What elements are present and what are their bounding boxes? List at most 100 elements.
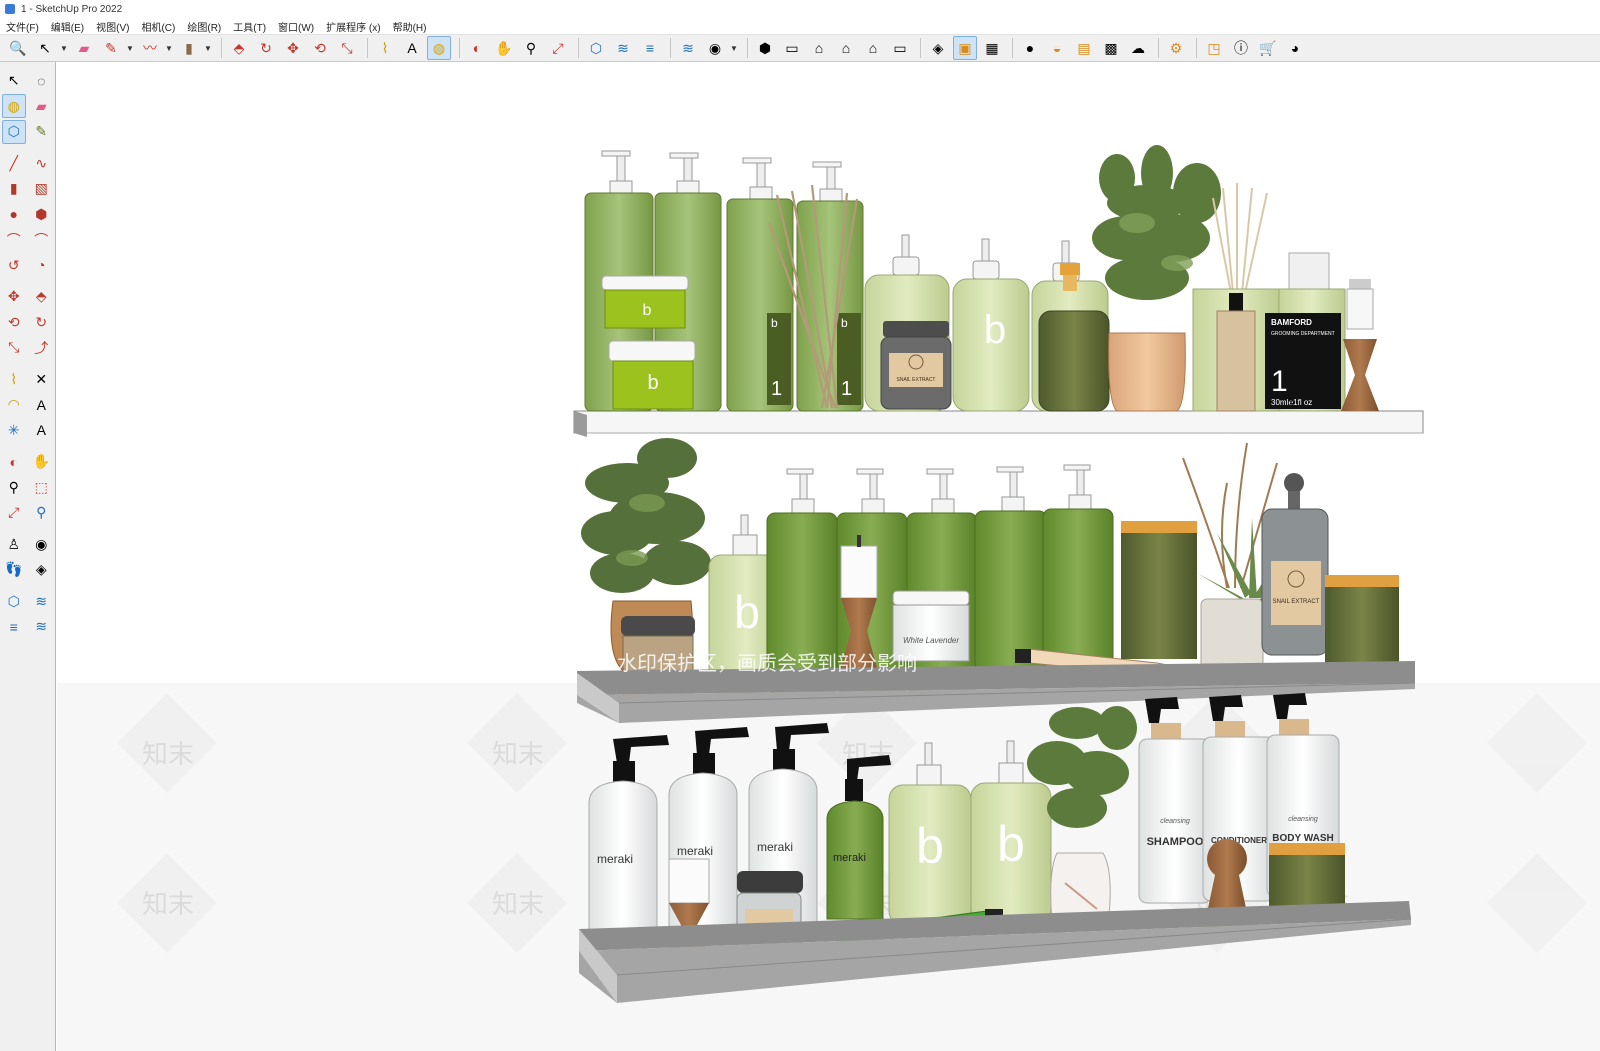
section-display-icon[interactable]: ▣ <box>953 36 977 60</box>
eraser-tool-icon[interactable]: ▰ <box>29 94 53 118</box>
shadow-icon[interactable]: ◒ <box>1045 36 1069 60</box>
menu-item[interactable]: 文件(F) <box>0 19 45 34</box>
profile-icon[interactable]: ◕ <box>1283 36 1307 60</box>
select-icon[interactable]: ↖ <box>33 36 57 60</box>
pie-tool-icon[interactable]: ◔ <box>29 253 53 277</box>
menu-item[interactable]: 扩展程序 (x) <box>320 19 386 34</box>
tape-measure-icon[interactable]: ⌇ <box>373 36 397 60</box>
freehand-tool-icon[interactable]: ∿ <box>29 151 53 175</box>
pan-icon[interactable]: ✋ <box>492 36 516 60</box>
3d-text-icon[interactable]: A <box>29 418 53 442</box>
freehand-icon[interactable]: 〰 <box>138 36 162 60</box>
paint-bucket-icon[interactable]: ◍ <box>427 36 451 60</box>
select-tool-icon[interactable]: ↖ <box>2 69 26 93</box>
tag-tool-icon[interactable]: ✎ <box>29 120 53 144</box>
eraser-icon[interactable]: ▰ <box>72 36 96 60</box>
rotate-tool-icon[interactable]: ⟲ <box>2 310 26 334</box>
follow-me-tool-icon[interactable]: ↻ <box>29 310 53 334</box>
move-tool-icon[interactable]: ✥ <box>2 285 26 309</box>
chevron-down-icon[interactable]: ▼ <box>730 44 738 53</box>
zoom-tool-icon[interactable]: ⚲ <box>519 36 543 60</box>
two-point-arc-icon[interactable]: ⌒ <box>29 228 53 252</box>
scenes-icon[interactable]: ◳ <box>1202 36 1226 60</box>
warehouse-side-icon[interactable]: ⬡ <box>2 589 26 613</box>
menu-item[interactable]: 绘图(R) <box>181 19 227 34</box>
menu-item[interactable]: 窗口(W) <box>272 19 320 34</box>
back-view-icon[interactable]: ⌂ <box>861 36 885 60</box>
follow-me-icon[interactable]: ↻ <box>254 36 278 60</box>
polygon-tool-icon[interactable]: ⬢ <box>29 202 53 226</box>
settings-icon[interactable]: ⚙ <box>1164 36 1188 60</box>
circle-tool-icon[interactable]: ● <box>2 202 26 226</box>
body-wash-label: BODY WASH <box>1272 833 1334 844</box>
cart-icon[interactable]: 🛒 <box>1256 36 1280 60</box>
section-plane-tool-icon[interactable]: ◈ <box>29 558 53 582</box>
model-viewport[interactable]: 知末 知末 知末 知末 知末 知末 知末 知末 知末 <box>57 63 1600 1051</box>
section-cuts-icon[interactable]: ▦ <box>980 36 1004 60</box>
solid-union-icon[interactable]: ● <box>1018 36 1042 60</box>
pencil-line-icon[interactable]: ✎ <box>99 36 123 60</box>
zoom-window-icon[interactable]: ⬚ <box>29 475 53 499</box>
orbit-icon[interactable]: ◐ <box>465 36 489 60</box>
fog-icon[interactable]: ▤ <box>1072 36 1096 60</box>
pan-tool-icon[interactable]: ✋ <box>29 450 53 474</box>
left-view-icon[interactable]: ▭ <box>888 36 912 60</box>
look-around-icon[interactable]: ◉ <box>29 532 53 556</box>
rectangle-icon[interactable]: ▮ <box>177 36 201 60</box>
extension-warehouse-icon[interactable]: ≋ <box>611 36 635 60</box>
layout-icon[interactable]: ≡ <box>638 36 662 60</box>
rotated-rect-icon[interactable]: ▧ <box>29 177 53 201</box>
move-icon[interactable]: ✥ <box>281 36 305 60</box>
axes-tool-icon[interactable]: ✳ <box>2 418 26 442</box>
lasso-icon[interactable]: ◌ <box>29 69 53 93</box>
push-pull-icon[interactable]: ⬘ <box>227 36 251 60</box>
arc-tool-icon[interactable]: ⌒ <box>2 228 26 252</box>
text-icon[interactable]: A <box>400 36 424 60</box>
rectangle-tool-icon[interactable]: ▮ <box>2 177 26 201</box>
text-tool-icon[interactable]: A <box>29 393 53 417</box>
three-point-arc-icon[interactable]: ↺ <box>2 253 26 277</box>
menu-item[interactable]: 帮助(H) <box>387 19 433 34</box>
scale-icon[interactable]: ⤡ <box>335 36 359 60</box>
info-icon[interactable]: ⓘ <box>1229 36 1253 60</box>
zoom-extents-icon[interactable]: ⤢ <box>546 36 570 60</box>
dimension-tool-icon[interactable]: ✕ <box>29 367 53 391</box>
layout-side-icon[interactable]: ≡ <box>2 615 26 639</box>
texture-icon[interactable]: ▩ <box>1099 36 1123 60</box>
zoom-icon[interactable]: 🔍 <box>6 36 30 60</box>
tape-tool-icon[interactable]: ⌇ <box>2 367 26 391</box>
iso-view-icon[interactable]: ⬢ <box>753 36 777 60</box>
walk-icon[interactable]: 👣 <box>2 558 26 582</box>
offset-tool-icon[interactable]: ⤴ <box>29 336 53 360</box>
protractor-tool-icon[interactable]: ◠ <box>2 393 26 417</box>
styles-side-icon[interactable]: ≋ <box>29 615 53 639</box>
user-account-icon[interactable]: ◉ <box>703 36 727 60</box>
menu-item[interactable]: 视图(V) <box>90 19 135 34</box>
chevron-down-icon[interactable]: ▼ <box>60 44 68 53</box>
orbit-tool-icon[interactable]: ◐ <box>2 450 26 474</box>
previous-view-icon[interactable]: ⚲ <box>29 501 53 525</box>
section-plane-icon[interactable]: ◈ <box>926 36 950 60</box>
right-view-icon[interactable]: ⌂ <box>834 36 858 60</box>
scale-tool-icon[interactable]: ⤡ <box>2 336 26 360</box>
push-pull-tool-icon[interactable]: ⬘ <box>29 285 53 309</box>
extension-side-icon[interactable]: ≋ <box>29 589 53 613</box>
front-view-icon[interactable]: ⌂ <box>807 36 831 60</box>
top-view-icon[interactable]: ▭ <box>780 36 804 60</box>
chevron-down-icon[interactable]: ▼ <box>204 44 212 53</box>
rotate-icon[interactable]: ⟲ <box>308 36 332 60</box>
zoom-extents-side-icon[interactable]: ⤢ <box>2 501 26 525</box>
menu-item[interactable]: 工具(T) <box>227 19 272 34</box>
zoom-tool-side-icon[interactable]: ⚲ <box>2 475 26 499</box>
menu-item[interactable]: 相机(C) <box>135 19 181 34</box>
make-component-icon[interactable]: ⬡ <box>1 119 26 144</box>
position-camera-icon[interactable]: ♙ <box>2 532 26 556</box>
styles-icon[interactable]: ≋ <box>676 36 700 60</box>
cloud-icon[interactable]: ☁ <box>1126 36 1150 60</box>
paint-tool-icon[interactable]: ◍ <box>1 94 26 119</box>
menu-item[interactable]: 编辑(E) <box>45 19 90 34</box>
line-tool-icon[interactable]: ╱ <box>2 151 26 175</box>
chevron-down-icon[interactable]: ▼ <box>126 44 134 53</box>
warehouse-icon[interactable]: ⬡ <box>584 36 608 60</box>
chevron-down-icon[interactable]: ▼ <box>165 44 173 53</box>
